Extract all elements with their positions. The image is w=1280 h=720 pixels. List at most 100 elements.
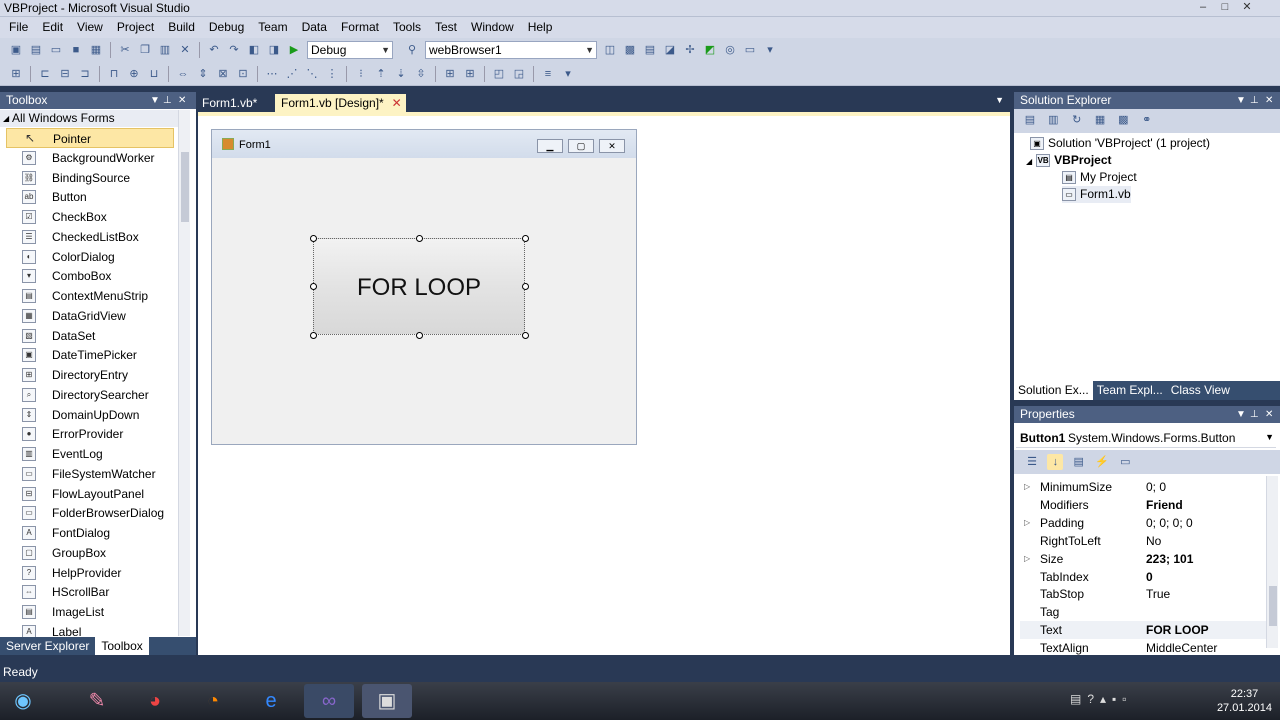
- property-value[interactable]: 0; 0; 0; 0: [1146, 514, 1193, 532]
- menu-test[interactable]: Test: [428, 17, 464, 38]
- copy-icon[interactable]: ❐: [137, 42, 153, 58]
- undo-icon[interactable]: ↶: [206, 42, 222, 58]
- tree-my-project[interactable]: ▤ My Project: [1062, 169, 1137, 186]
- menu-format[interactable]: Format: [334, 17, 386, 38]
- property-row-tabstop[interactable]: TabStop True: [1020, 585, 1270, 603]
- property-row-tag[interactable]: Tag: [1020, 603, 1270, 621]
- property-row-minimumsize[interactable]: ▷ MinimumSize 0; 0: [1020, 478, 1270, 496]
- toolbox-scrollbar[interactable]: [178, 110, 190, 636]
- menu-view[interactable]: View: [70, 17, 110, 38]
- toolbox-item-datetimepicker[interactable]: ▣ DateTimePicker: [6, 345, 174, 365]
- property-row-tabindex[interactable]: TabIndex 0: [1020, 568, 1270, 586]
- tab-server-explorer[interactable]: Server Explorer: [0, 637, 95, 655]
- visual-studio-app-icon[interactable]: ∞: [304, 684, 354, 718]
- toolbar-options-icon[interactable]: ▾: [560, 66, 576, 82]
- toolbox-item-groupbox[interactable]: ▢ GroupBox: [6, 543, 174, 563]
- redo-icon[interactable]: ↷: [226, 42, 242, 58]
- system-tray-icons[interactable]: ▤?▴▪▫: [1070, 692, 1133, 706]
- remove-vertical-spacing-icon[interactable]: ⇳: [413, 66, 429, 82]
- class-diagram-icon[interactable]: ⚭: [1139, 112, 1155, 128]
- toolbox-item-imagelist[interactable]: ▤ ImageList: [6, 602, 174, 622]
- extension-manager-icon[interactable]: ◩: [702, 42, 718, 58]
- tab-form1-code[interactable]: Form1.vb*: [196, 94, 263, 112]
- chrome-app-icon[interactable]: ◕: [130, 684, 180, 718]
- cut-icon[interactable]: ✂: [117, 42, 133, 58]
- align-rights-icon[interactable]: ⊐: [77, 66, 93, 82]
- minimize-button[interactable]: –: [1192, 0, 1214, 15]
- increase-horizontal-spacing-icon[interactable]: ⋰: [284, 66, 300, 82]
- property-row-modifiers[interactable]: Modifiers Friend: [1020, 496, 1270, 514]
- show-all-files-icon[interactable]: ▥: [1045, 112, 1061, 128]
- align-bottoms-icon[interactable]: ⊔: [146, 66, 162, 82]
- toolbox-item-button[interactable]: ab Button: [6, 187, 174, 207]
- object-browser-icon[interactable]: ◪: [662, 42, 678, 58]
- scrollbar-thumb[interactable]: [181, 152, 189, 222]
- window-position-icon[interactable]: ▼: [1236, 406, 1246, 423]
- decrease-horizontal-spacing-icon[interactable]: ⋱: [304, 66, 320, 82]
- tab-form1-design[interactable]: Form1.vb [Design]* ✕: [275, 94, 406, 112]
- paint-app-icon[interactable]: ✎: [72, 684, 122, 718]
- toolbox-item-dataset[interactable]: ▧ DataSet: [6, 326, 174, 346]
- toolbox-icon[interactable]: ✢: [682, 42, 698, 58]
- menu-project[interactable]: Project: [110, 17, 161, 38]
- toolbox-item-backgroundworker[interactable]: ⚙ BackgroundWorker: [6, 148, 174, 168]
- decrease-vertical-spacing-icon[interactable]: ⇣: [393, 66, 409, 82]
- close-icon[interactable]: ✕: [178, 92, 186, 109]
- view-code-icon[interactable]: ▦: [1092, 112, 1108, 128]
- toolbox-item-checkbox[interactable]: ☑ CheckBox: [6, 207, 174, 227]
- close-icon[interactable]: ✕: [1265, 92, 1273, 109]
- pin-icon[interactable]: ⊥: [1250, 406, 1259, 423]
- new-project-icon[interactable]: ▣: [8, 42, 24, 58]
- menu-debug[interactable]: Debug: [202, 17, 251, 38]
- tab-solution-explorer[interactable]: Solution Ex...: [1014, 381, 1093, 400]
- tab-toolbox[interactable]: Toolbox: [95, 637, 149, 655]
- tree-solution[interactable]: ▣ Solution 'VBProject' (1 project): [1030, 135, 1210, 152]
- toolbox-item-errorprovider[interactable]: ● ErrorProvider: [6, 424, 174, 444]
- toolbox-item-bindingsource[interactable]: ⛓ BindingSource: [6, 168, 174, 188]
- properties-view-icon[interactable]: ▤: [1071, 454, 1087, 470]
- property-pages-icon[interactable]: ▭: [1117, 454, 1133, 470]
- toolbox-item-directorysearcher[interactable]: ⌕ DirectorySearcher: [6, 385, 174, 405]
- menu-help[interactable]: Help: [521, 17, 560, 38]
- menu-window[interactable]: Window: [464, 17, 521, 38]
- add-item-icon[interactable]: ▤: [28, 42, 44, 58]
- make-same-width-icon[interactable]: ⇔: [175, 66, 191, 82]
- toolbox-item-directoryentry[interactable]: ⊞ DirectoryEntry: [6, 365, 174, 385]
- navigate-back-icon[interactable]: ◧: [246, 42, 262, 58]
- start-debugging-icon[interactable]: ▶: [286, 42, 302, 58]
- alphabetical-icon[interactable]: ↓: [1047, 454, 1064, 470]
- start-button[interactable]: ◉: [0, 684, 46, 718]
- vertical-spacing-equal-icon[interactable]: ⁝: [353, 66, 369, 82]
- center-horizontally-icon[interactable]: ⊞: [442, 66, 458, 82]
- pin-icon[interactable]: ⊥: [1250, 92, 1259, 109]
- bring-to-front-icon[interactable]: ◰: [491, 66, 507, 82]
- increase-vertical-spacing-icon[interactable]: ⇡: [373, 66, 389, 82]
- resize-handle[interactable]: [310, 283, 317, 290]
- tab-order-icon[interactable]: ≡: [540, 66, 556, 82]
- team-explorer-icon[interactable]: ◎: [722, 42, 738, 58]
- tree-form1[interactable]: ▭ Form1.vb: [1062, 186, 1131, 203]
- video-app-icon[interactable]: ▣: [362, 684, 412, 718]
- toolbox-item-fontdialog[interactable]: A FontDialog: [6, 523, 174, 543]
- close-tab-icon[interactable]: ✕: [392, 94, 402, 112]
- property-row-righttoleft[interactable]: RightToLeft No: [1020, 532, 1270, 550]
- property-value[interactable]: 223; 101: [1146, 550, 1193, 568]
- find-in-files-icon[interactable]: ◫: [602, 42, 618, 58]
- resize-handle[interactable]: [522, 332, 529, 339]
- property-row-size[interactable]: ▷ Size 223; 101: [1020, 550, 1270, 568]
- property-row-padding[interactable]: ▷ Padding 0; 0; 0; 0: [1020, 514, 1270, 532]
- expand-icon[interactable]: ▷: [1024, 550, 1030, 568]
- toolbox-item-domainupdown[interactable]: ⇕ DomainUpDown: [6, 405, 174, 425]
- menu-file[interactable]: File: [2, 17, 35, 38]
- align-middles-icon[interactable]: ⊕: [126, 66, 142, 82]
- tab-team-explorer[interactable]: Team Expl...: [1093, 381, 1167, 400]
- toolbox-item-eventlog[interactable]: ▥ EventLog: [6, 444, 174, 464]
- remove-horizontal-spacing-icon[interactable]: ⋮: [324, 66, 340, 82]
- window-position-icon[interactable]: ▼: [1236, 92, 1246, 109]
- align-lefts-icon[interactable]: ⊏: [37, 66, 53, 82]
- tree-project[interactable]: ◢ VB VBProject: [1026, 152, 1112, 170]
- menu-edit[interactable]: Edit: [35, 17, 70, 38]
- pin-icon[interactable]: ⊥: [163, 92, 172, 109]
- menu-tools[interactable]: Tools: [386, 17, 428, 38]
- property-value[interactable]: Friend: [1146, 496, 1183, 514]
